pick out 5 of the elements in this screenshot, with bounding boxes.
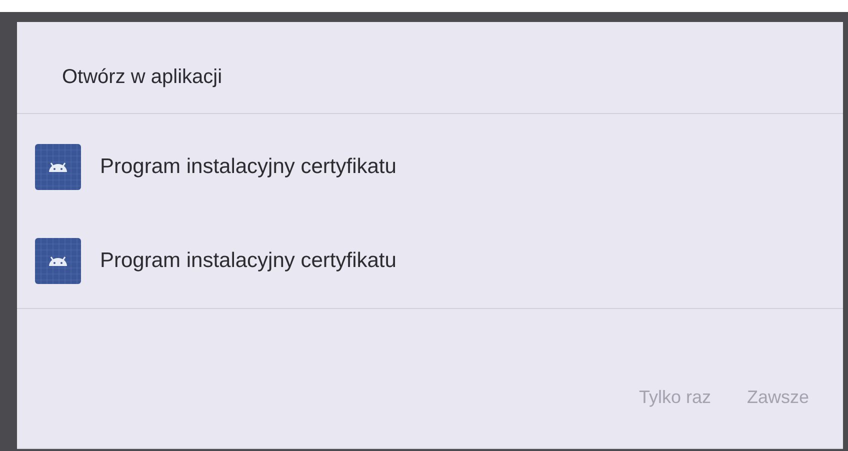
android-icon bbox=[35, 144, 81, 190]
app-option[interactable]: Program instalacyjny certyfikatu bbox=[17, 120, 843, 214]
dialog-title: Otwórz w aplikacji bbox=[61, 65, 224, 90]
android-icon bbox=[35, 238, 81, 284]
app-option[interactable]: Program instalacyjny certyfikatu bbox=[17, 214, 843, 308]
